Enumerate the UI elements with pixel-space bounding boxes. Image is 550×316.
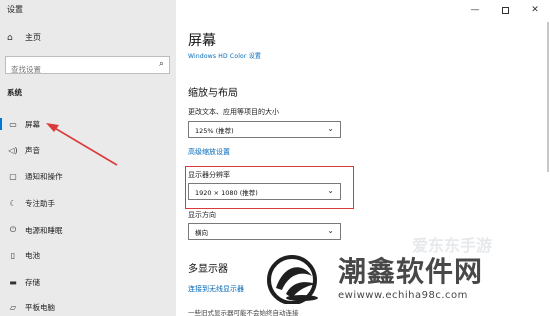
settings-window: ⌂ 主页 ⌕ 系统 ▭ 屏幕 ◁) 声音 ▢ 通知和操作 ☾ 专注助手 ⏻ 电源…	[0, 0, 550, 316]
power-icon: ⏻	[9, 225, 17, 234]
battery-icon: ▯	[10, 250, 16, 260]
orientation-dropdown[interactable]: 横向 ⌄	[188, 223, 341, 240]
scale-section-heading: 缩放与布局	[188, 88, 238, 99]
resolution-dropdown[interactable]: 1920 × 1080 (推荐) ⌄	[188, 183, 341, 200]
watermark-url: ewiwww.echiha98c.com	[338, 290, 468, 301]
orientation-value: 横向	[195, 228, 208, 237]
sidebar-home-label: 主页	[25, 33, 41, 42]
advanced-scaling-link[interactable]: 高级缩放设置	[188, 147, 230, 157]
title-bar: 设置 — ✕	[0, 0, 550, 20]
sidebar-item-label: 声音	[25, 145, 40, 155]
chevron-down-icon: ⌄	[327, 124, 334, 133]
sidebar-item-focus-assist[interactable]: ☾ 专注助手	[0, 192, 176, 214]
minimize-button[interactable]: —	[460, 0, 490, 20]
sidebar-item-label: 电源和睡眠	[25, 225, 63, 235]
page-title: 屏幕	[188, 33, 216, 49]
watermark-logo-icon	[267, 255, 318, 304]
window-controls: — ✕	[460, 0, 550, 20]
sidebar-item-power[interactable]: ⏻ 电源和睡眠	[0, 219, 176, 241]
resolution-label: 显示器分辨率	[188, 171, 230, 179]
scale-label: 更改文本、应用等项目的大小	[188, 108, 279, 116]
sidebar-item-tablet[interactable]: ▱ 平板电脑	[0, 296, 176, 316]
sidebar-item-storage[interactable]: ▬ 存储	[0, 271, 176, 293]
sidebar-item-label: 专注助手	[25, 198, 55, 208]
window-title: 设置	[7, 5, 23, 14]
moon-icon: ☾	[9, 198, 17, 208]
search-input[interactable]	[6, 61, 146, 78]
search-box[interactable]: ⌕	[5, 56, 170, 78]
sidebar-item-battery[interactable]: ▯ 电池	[0, 244, 176, 266]
chevron-down-icon: ⌄	[327, 226, 334, 235]
monitor-icon: ▭	[9, 119, 17, 129]
close-button[interactable]: ✕	[520, 0, 550, 20]
sidebar-item-label: 存储	[25, 277, 40, 287]
resolution-value: 1920 × 1080 (推荐)	[195, 188, 258, 197]
notification-icon: ▢	[9, 171, 17, 181]
scale-value: 125% (推荐)	[195, 126, 234, 135]
watermark-text: 潮鑫软件网	[338, 255, 484, 288]
maximize-icon	[501, 6, 509, 14]
sidebar-item-label: 平板电脑	[25, 302, 55, 312]
wireless-display-link[interactable]: 连接到无线显示器	[188, 284, 244, 294]
sidebar-home[interactable]: ⌂ 主页	[7, 32, 41, 43]
sidebar-item-label: 电池	[25, 250, 40, 260]
sidebar-item-notifications[interactable]: ▢ 通知和操作	[0, 165, 176, 187]
chevron-down-icon: ⌄	[327, 186, 334, 195]
annotation-arrow	[46, 123, 118, 166]
sidebar-section-label: 系统	[7, 88, 22, 97]
home-icon: ⌂	[7, 32, 13, 43]
speaker-icon: ◁)	[8, 145, 18, 155]
hd-color-link[interactable]: Windows HD Color 设置	[188, 51, 261, 60]
tablet-icon: ▱	[9, 302, 17, 312]
maximize-button[interactable]	[490, 0, 520, 20]
orientation-label: 显示方向	[188, 211, 216, 219]
search-icon[interactable]: ⌕	[159, 59, 164, 69]
multi-display-heading: 多显示器	[188, 264, 228, 275]
storage-icon: ▬	[9, 277, 17, 287]
caption-text: 一些旧式显示器可能不会始终自动连接	[188, 309, 299, 316]
sidebar-item-label: 屏幕	[25, 119, 40, 129]
scrollbar[interactable]	[547, 22, 549, 172]
sidebar-item-label: 通知和操作	[25, 171, 63, 181]
scale-dropdown[interactable]: 125% (推荐) ⌄	[188, 121, 341, 138]
